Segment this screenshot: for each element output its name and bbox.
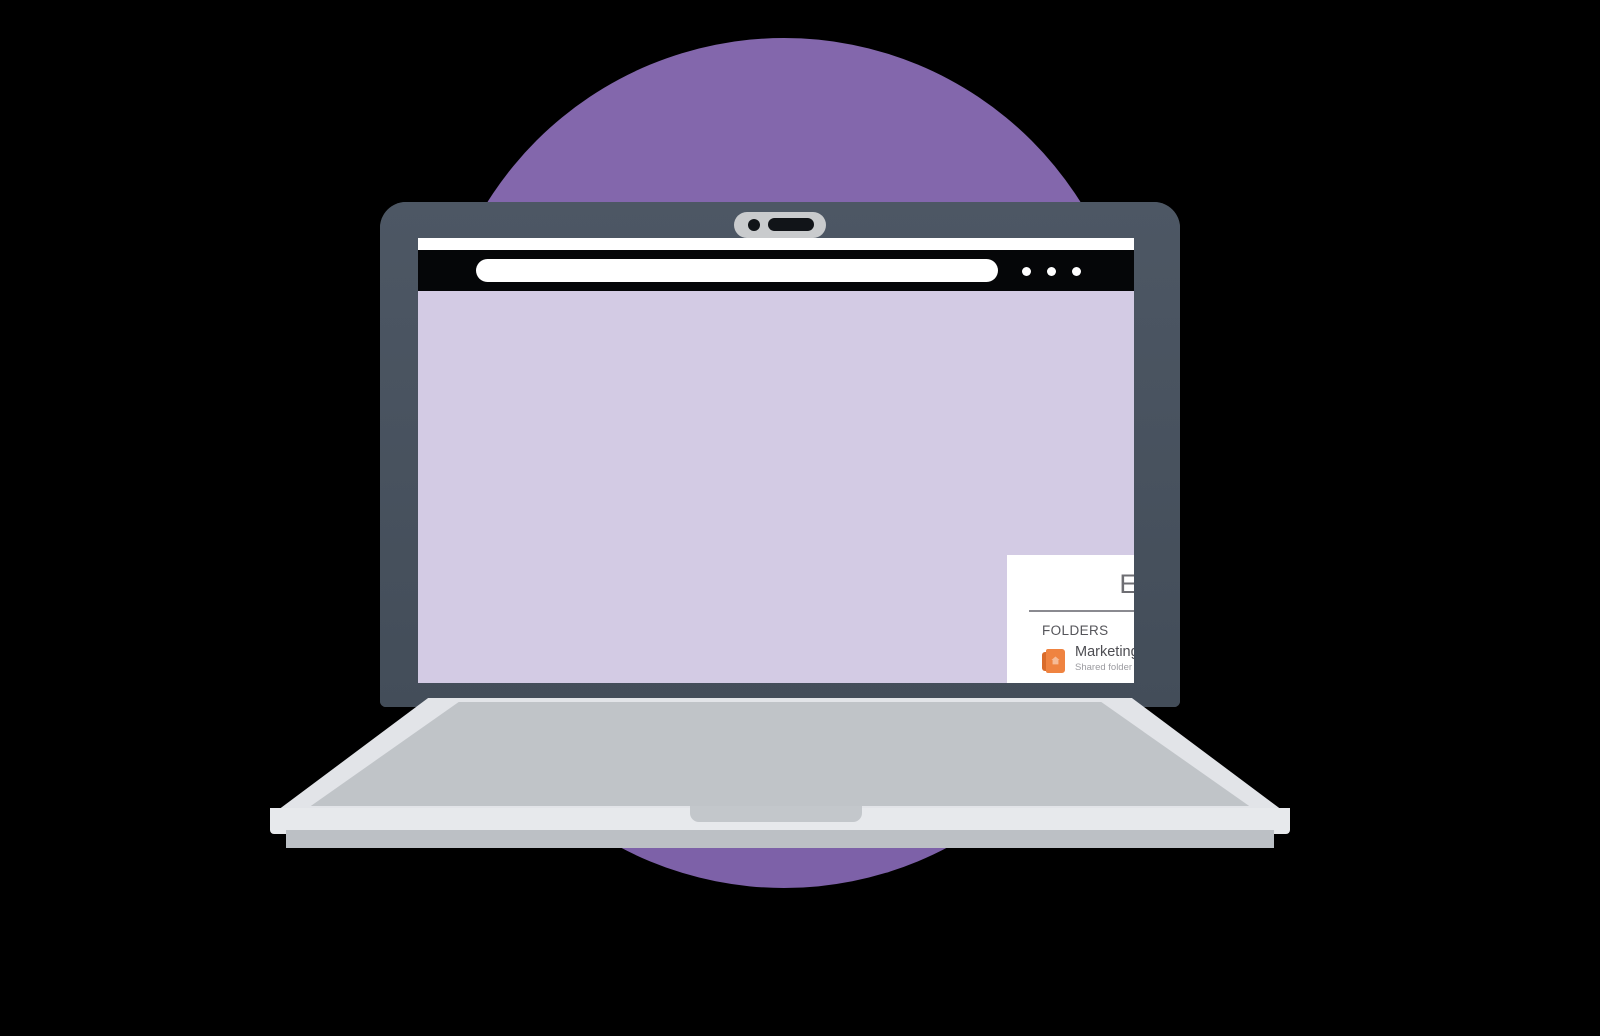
dialog-title: Edit Members: [1119, 569, 1134, 599]
menu-dot-icon: [1047, 267, 1056, 276]
folder-subtitle: Shared folder: [1075, 662, 1133, 674]
menu-dot-icon: [1022, 267, 1031, 276]
address-bar-input[interactable]: [476, 259, 998, 282]
folder-icon: [1042, 648, 1065, 673]
folder-row[interactable]: Marketing Shared folder Can Edit ⌄: [1007, 640, 1134, 681]
laptop-screen: Edit Members FOLDERS Marketing Shared fo…: [418, 238, 1134, 683]
laptop-base: [0, 690, 1600, 870]
edit-members-dialog: Edit Members FOLDERS Marketing Shared fo…: [1007, 555, 1134, 683]
webcam-speaker-slot: [768, 218, 814, 231]
laptop-base-shadow: [286, 830, 1274, 848]
folder-row[interactable]: Field Marketing Marketing > Field Market…: [1007, 681, 1134, 683]
laptop-open-notch: [690, 806, 862, 822]
folder-meta: Marketing Shared folder: [1065, 645, 1134, 675]
menu-dot-icon: [1072, 267, 1081, 276]
browser-top-strip: [418, 238, 1134, 250]
scene-root: Edit Members FOLDERS Marketing Shared fo…: [0, 0, 1600, 1036]
webcam-lens-icon: [748, 219, 760, 231]
folder-name: Marketing: [1075, 644, 1134, 661]
section-heading-folders: FOLDERS: [1042, 623, 1109, 638]
browser-toolbar: [418, 250, 1134, 291]
browser-menu-dots[interactable]: [1022, 267, 1092, 276]
